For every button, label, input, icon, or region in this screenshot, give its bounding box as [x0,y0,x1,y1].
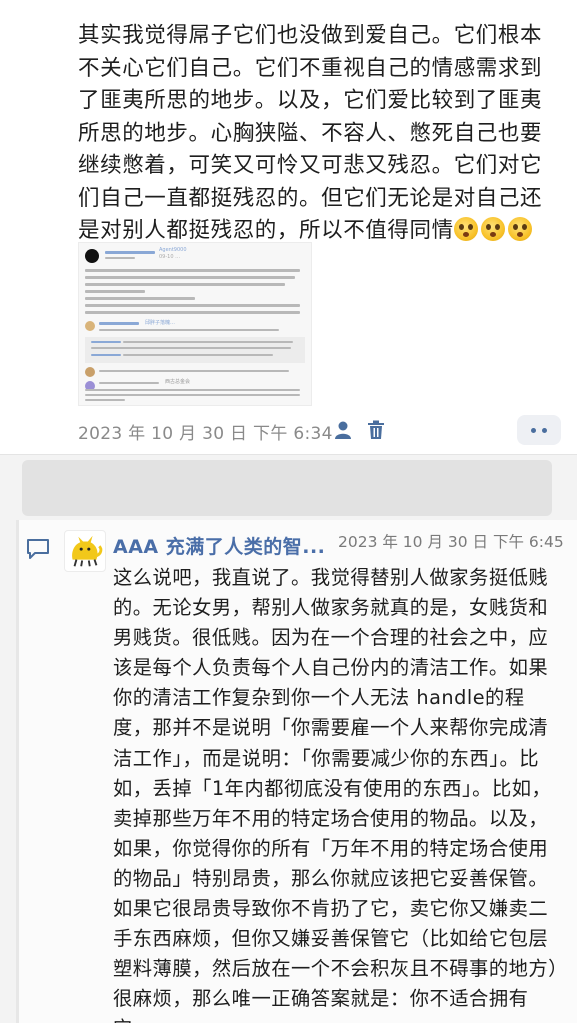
thumbnail-comment-author-2: 西古总金会 [165,379,191,385]
avatar[interactable] [64,530,106,572]
more-icon [531,428,536,433]
reply-icon[interactable] [26,538,50,560]
reply-author[interactable]: AAA 充满了人类的智... [113,532,325,559]
flushed-face-icon [507,217,532,241]
flushed-face-icon [480,217,505,241]
collapsed-comment[interactable] [22,460,552,516]
thumbnail-date: 09-10 … [159,254,181,260]
thumbnail-avatar [85,249,99,263]
thumbnail-comment-author: 邱胖子落魄… [145,320,176,326]
reply-body: 这么说吧，我直说了。我觉得替别人做家务挺低贱的。无论女男，帮别人做家务就真的是，… [113,566,559,1023]
post-main: 其实我觉得屌子它们也没做到爱自己。它们根本不关心它们自己。它们不重视自己的情感需… [0,0,577,455]
post-body-text: 其实我觉得屌子它们也没做到爱自己。它们根本不关心它们自己。它们不重视自己的情感需… [78,23,543,243]
attached-screenshot[interactable]: Agent9000 09-10 … 邱胖子落魄… 西古总金会 [78,242,312,406]
thumbnail-username: Agent9000 [159,247,187,253]
post-timestamp: 2023 年 10 月 30 日 下午 6:34 [78,424,333,444]
avatar-cat-logo [72,535,103,567]
trash-icon[interactable] [367,420,385,440]
flushed-face-icon [453,217,478,241]
more-options-button[interactable] [517,415,561,445]
user-icon[interactable] [334,420,354,440]
post-body: 其实我觉得屌子它们也没做到爱自己。它们根本不关心它们自己。它们不重视自己的情感需… [78,20,564,248]
reply-timestamp: 2023 年 10 月 30 日 下午 6:45 [338,533,564,551]
